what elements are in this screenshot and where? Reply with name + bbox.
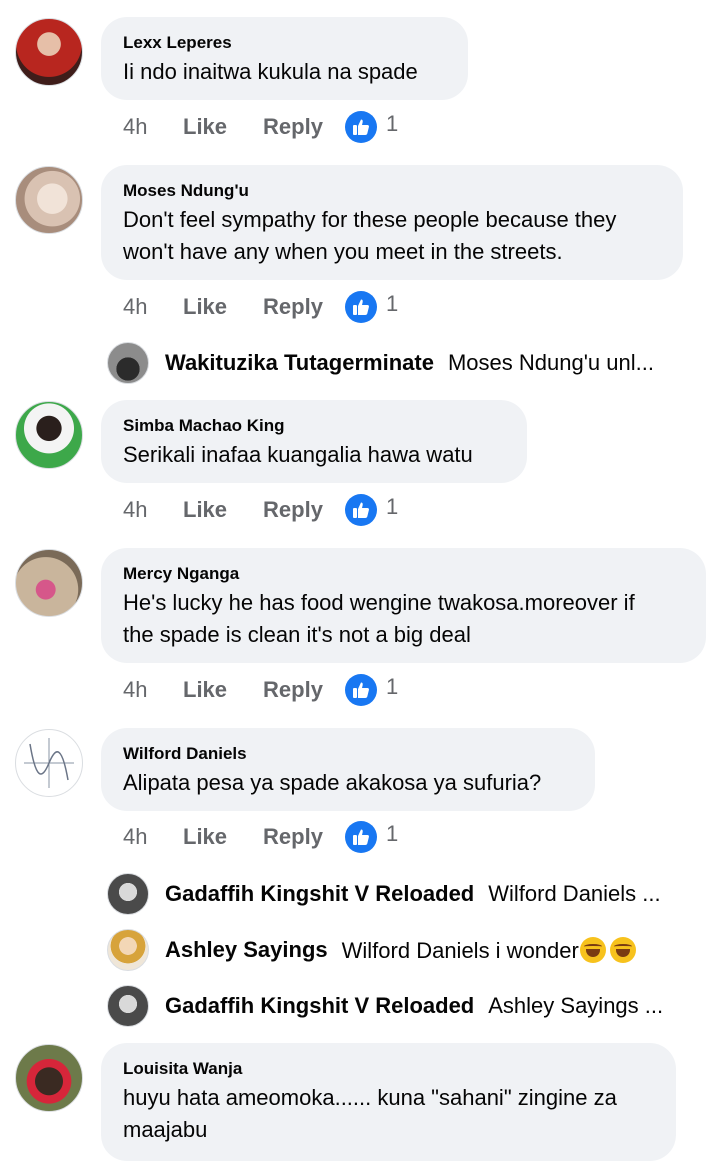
comment-bubble: Mercy Nganga He's lucky he has food weng… — [101, 548, 706, 663]
reply-button[interactable]: Reply — [263, 677, 323, 703]
reply-text: Ashley Sayings ... — [488, 993, 664, 1018]
comment-author[interactable]: Mercy Nganga — [123, 563, 684, 585]
comment-text-line: won't have any when you meet in the stre… — [123, 239, 563, 264]
timestamp[interactable]: 4h — [123, 824, 183, 850]
comment-text: Ii ndo inaitwa kukula na spade — [123, 59, 418, 84]
comment-text-line: huyu hata ameomoka...... kuna "sahani" z… — [123, 1085, 617, 1110]
avatar[interactable] — [107, 873, 149, 915]
like-count: 1 — [385, 111, 399, 136]
reply-text: Wilford Daniels i wonder — [341, 936, 636, 964]
like-count: 1 — [385, 291, 399, 316]
avatar[interactable] — [15, 729, 83, 797]
reply-author[interactable]: Ashley Sayings — [165, 937, 328, 963]
avatar[interactable] — [107, 929, 149, 971]
comment-actions: 4h Like Reply 1 — [123, 494, 398, 526]
reply-author[interactable]: Wakituzika Tutagerminate — [165, 350, 434, 376]
reply-preview[interactable]: Wakituzika Tutagerminate Moses Ndung'u u… — [107, 341, 707, 385]
thumbs-up-icon[interactable] — [344, 111, 377, 143]
comment-author[interactable]: Simba Machao King — [123, 415, 505, 437]
comment-author[interactable]: Lexx Leperes — [123, 32, 446, 54]
comment-text-line: maajabu — [123, 1117, 208, 1142]
reply-text: Wilford Daniels ... — [488, 881, 661, 906]
graph-sketch-icon — [24, 738, 74, 788]
timestamp[interactable]: 4h — [123, 114, 183, 140]
comment-bubble: Moses Ndung'u Don't feel sympathy for th… — [101, 165, 683, 280]
reply-text: Moses Ndung'u unl... — [447, 350, 654, 375]
like-count: 1 — [385, 674, 399, 699]
avatar[interactable] — [15, 166, 83, 234]
like-button[interactable]: Like — [183, 824, 227, 850]
like-button[interactable]: Like — [183, 114, 227, 140]
comment-bubble: Louisita Wanja huyu hata ameomoka...... … — [101, 1043, 676, 1161]
timestamp[interactable]: 4h — [123, 677, 183, 703]
thumbs-up-icon[interactable] — [344, 821, 377, 853]
avatar[interactable] — [15, 18, 83, 86]
comment-text-line: the spade is clean it's not a big deal — [123, 622, 471, 647]
comment-text-line: Don't feel sympathy for these people bec… — [123, 207, 617, 232]
comment-bubble: Wilford Daniels Alipata pesa ya spade ak… — [101, 728, 595, 811]
reply-text-content: Wilford Daniels i wonder — [341, 937, 579, 963]
timestamp[interactable]: 4h — [123, 294, 183, 320]
reply-button[interactable]: Reply — [263, 114, 323, 140]
thumbs-up-icon[interactable] — [344, 674, 377, 706]
reply-preview[interactable]: Ashley Sayings Wilford Daniels i wonder — [107, 928, 707, 972]
comment-author[interactable]: Moses Ndung'u — [123, 180, 661, 202]
reply-preview[interactable]: Gadaffih Kingshit V Reloaded Wilford Dan… — [107, 872, 707, 916]
comment-text: Serikali inafaa kuangalia hawa watu — [123, 442, 473, 467]
like-button[interactable]: Like — [183, 294, 227, 320]
comment-actions: 4h Like Reply 1 — [123, 674, 398, 706]
like-count: 1 — [385, 821, 399, 846]
comment-bubble: Lexx Leperes Ii ndo inaitwa kukula na sp… — [101, 17, 468, 100]
avatar[interactable] — [107, 342, 149, 384]
reply-author[interactable]: Gadaffih Kingshit V Reloaded — [165, 993, 474, 1019]
comment-actions: 4h Like Reply 1 — [123, 821, 398, 853]
reply-button[interactable]: Reply — [263, 294, 323, 320]
avatar[interactable] — [15, 549, 83, 617]
reply-button[interactable]: Reply — [263, 824, 323, 850]
like-button[interactable]: Like — [183, 677, 227, 703]
timestamp[interactable]: 4h — [123, 497, 183, 523]
avatar[interactable] — [15, 1044, 83, 1112]
thumbs-up-icon[interactable] — [344, 494, 377, 526]
like-button[interactable]: Like — [183, 497, 227, 523]
thumbs-up-icon[interactable] — [344, 291, 377, 323]
avatar[interactable] — [15, 401, 83, 469]
comment-author[interactable]: Wilford Daniels — [123, 743, 573, 765]
comment-actions: 4h Like Reply 1 — [123, 291, 398, 323]
laughing-emoji-icon — [579, 936, 606, 963]
avatar[interactable] — [107, 985, 149, 1027]
comment-actions: 4h Like Reply 1 — [123, 111, 398, 143]
comment-text-line: He's lucky he has food wengine twakosa.m… — [123, 590, 635, 615]
comment-text: Alipata pesa ya spade akakosa ya sufuria… — [123, 770, 542, 795]
reply-author[interactable]: Gadaffih Kingshit V Reloaded — [165, 881, 474, 907]
reply-preview[interactable]: Gadaffih Kingshit V Reloaded Ashley Sayi… — [107, 984, 707, 1028]
comment-bubble: Simba Machao King Serikali inafaa kuanga… — [101, 400, 527, 483]
reply-button[interactable]: Reply — [263, 497, 323, 523]
like-count: 1 — [385, 494, 399, 519]
comment-author[interactable]: Louisita Wanja — [123, 1058, 654, 1080]
laughing-emoji-icon — [609, 936, 636, 963]
